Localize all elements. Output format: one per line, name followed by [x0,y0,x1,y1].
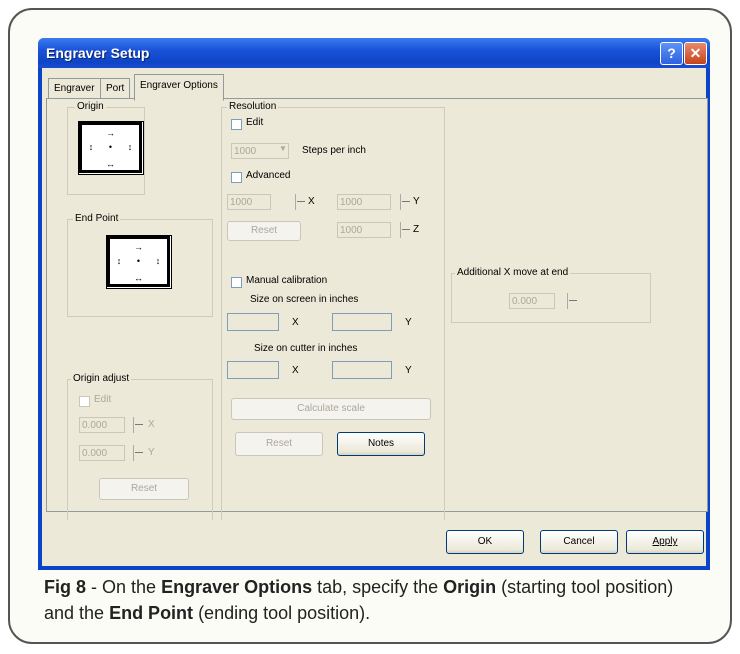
resolution-edit-checkbox[interactable] [231,119,242,130]
cutter-size-x-label: X [292,365,299,376]
cutter-size-y-field[interactable] [332,361,392,379]
calibration-reset-button[interactable]: Reset [235,432,323,456]
resolution-edit-label: Edit [246,117,264,128]
resolution-y-field[interactable]: 1000 [337,194,391,210]
tab-port[interactable]: Port [100,78,131,99]
origin-adjust-edit-label: Edit [94,394,112,405]
resolution-x-field[interactable]: 1000 [227,194,271,210]
figure-caption: Fig 8 - On the Engraver Options tab, spe… [44,574,704,626]
close-button[interactable]: ✕ [684,42,707,65]
origin-adjust-group-label: Origin adjust [71,373,132,384]
end-top-center-cell[interactable]: → [128,236,149,253]
screen-size-x-field[interactable] [227,313,279,331]
origin-middle-left-cell[interactable]: ↕ [79,139,100,156]
resolution-y-spinner[interactable] [400,194,411,210]
resolution-y-label: Y [413,196,420,207]
end-top-left-cell[interactable] [107,236,128,253]
title-bar: Engraver Setup ? ✕ [38,38,710,68]
origin-adjust-y-field[interactable]: 0.000 [79,445,125,461]
origin-top-center-cell[interactable]: → [100,122,121,139]
tab-engraver[interactable]: Engraver [48,78,101,99]
size-on-screen-label: Size on screen in inches [250,294,359,305]
advanced-label: Advanced [246,170,291,181]
engraver-setup-dialog: Engraver Setup ? ✕ Engraver Port Engrave… [38,38,710,570]
manual-calibration-checkbox[interactable] [231,277,242,288]
origin-adjust-y-label: Y [148,447,155,458]
end-point-position-grid[interactable]: → ↕ • ↕ ↔ [106,235,172,289]
caption-bold-2: Origin [443,577,497,597]
caption-text-1: - On the [86,577,162,597]
end-bottom-left-cell[interactable] [107,270,128,287]
calculate-scale-button[interactable]: Calculate scale [231,398,431,420]
end-point-group-label: End Point [73,213,121,224]
steps-per-inch-label: Steps per inch [302,145,366,156]
resolution-z-spinner[interactable] [400,222,411,238]
end-bottom-center-cell[interactable]: ↔ [128,270,149,287]
resolution-z-field[interactable]: 1000 [337,222,391,238]
screen-size-y-label: Y [405,317,412,328]
dialog-client-area: Engraver Port Engraver Options Origin → … [42,68,708,566]
tab-engraver-options[interactable]: Engraver Options [134,74,224,101]
end-bottom-right-cell[interactable] [149,270,170,287]
additional-x-move-label: Additional X move at end [455,267,571,278]
origin-adjust-x-field[interactable]: 0.000 [79,417,125,433]
origin-center-cell[interactable]: • [100,139,121,156]
ok-button[interactable]: OK [446,530,524,554]
origin-middle-right-cell[interactable]: ↕ [121,139,142,156]
apply-button[interactable]: Apply [626,530,704,554]
end-middle-right-cell[interactable]: ↕ [149,253,170,270]
help-button[interactable]: ? [660,42,683,65]
caption-text-2: tab, specify the [312,577,444,597]
cutter-size-x-field[interactable] [227,361,279,379]
resolution-x-spinner[interactable] [295,194,306,210]
cancel-button[interactable]: Cancel [540,530,618,554]
origin-bottom-left-cell[interactable] [79,156,100,173]
resolution-z-label: Z [413,224,420,235]
cutter-size-y-label: Y [405,365,412,376]
window-title: Engraver Setup [46,45,150,61]
screen-size-y-field[interactable] [332,313,392,331]
end-top-right-cell[interactable] [149,236,170,253]
origin-adjust-reset-button[interactable]: Reset [99,478,189,500]
origin-group-label: Origin [75,101,106,112]
resolution-reset-button[interactable]: Reset [227,221,301,241]
origin-adjust-x-label: X [148,419,155,430]
end-center-cell[interactable]: • [128,253,149,270]
origin-adjust-x-spinner[interactable] [133,417,144,433]
additional-x-move-field[interactable]: 0.000 [509,293,555,309]
advanced-checkbox[interactable] [231,172,242,183]
origin-top-left-cell[interactable] [79,122,100,139]
caption-text-4: (ending tool position). [193,603,371,623]
origin-bottom-center-cell[interactable]: ↔ [100,156,121,173]
origin-top-right-cell[interactable] [121,122,142,139]
size-on-cutter-label: Size on cutter in inches [254,343,358,354]
additional-x-move-spinner[interactable] [567,293,578,309]
origin-bottom-right-cell[interactable] [121,156,142,173]
origin-position-grid[interactable]: → ↕ • ↕ ↔ [78,121,144,175]
resolution-x-label: X [308,196,315,207]
tab-panel: Origin → ↕ • ↕ ↔ End Point → ↕ • ↕ ↔ Ori… [46,98,708,520]
caption-bold-3: End Point [109,603,194,623]
manual-calibration-label: Manual calibration [246,275,328,286]
origin-adjust-y-spinner[interactable] [133,445,144,461]
screen-size-x-label: X [292,317,299,328]
caption-fig-number: Fig 8 [44,577,87,597]
resolution-group-label: Resolution [227,101,279,112]
steps-dropdown-arrow-icon: ▼ [279,144,287,153]
end-middle-left-cell[interactable]: ↕ [107,253,128,270]
caption-bold-1: Engraver Options [161,577,313,597]
origin-adjust-edit-checkbox[interactable] [79,396,90,407]
notes-button[interactable]: Notes [337,432,425,456]
